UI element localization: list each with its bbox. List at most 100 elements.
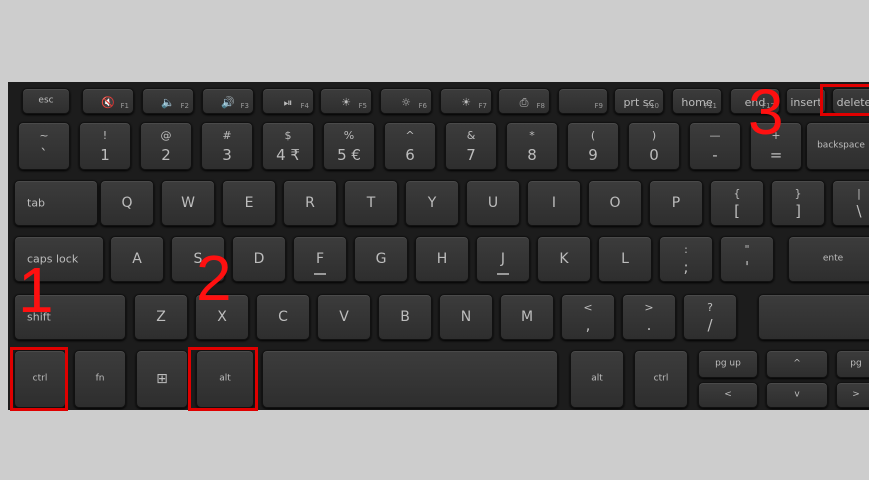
key-pgdn-label: pg: [850, 358, 862, 369]
key-enter[interactable]: ente: [788, 236, 869, 282]
key-num-7[interactable]: & 7: [445, 122, 497, 170]
key-k[interactable]: K: [537, 236, 591, 282]
key-num-1[interactable]: ! 1: [79, 122, 131, 170]
key-f2[interactable]: 🔈 F2: [142, 88, 194, 114]
key-num-7-main: 7: [466, 146, 476, 164]
key-f8[interactable]: ⎙ F8: [498, 88, 550, 114]
key-num-9-main: 9: [588, 146, 598, 164]
key-n[interactable]: N: [439, 294, 493, 340]
key-fn-label: fn: [95, 373, 105, 384]
key-num-8-shift: *: [529, 129, 535, 142]
key-f1[interactable]: 🔇 F1: [82, 88, 134, 114]
key-c[interactable]: C: [256, 294, 310, 340]
key-t[interactable]: T: [344, 180, 398, 226]
key-a-label: A: [132, 251, 142, 267]
key-space[interactable]: [262, 350, 558, 408]
key-j-label: J: [500, 251, 506, 267]
key-alt-right[interactable]: alt: [570, 350, 624, 408]
key-h-label: H: [436, 251, 448, 267]
key-punct-z-0[interactable]: <,: [561, 294, 615, 340]
key-num-2[interactable]: @2: [140, 122, 192, 170]
key-e-label: E: [244, 195, 254, 211]
key-y[interactable]: Y: [405, 180, 459, 226]
key-l[interactable]: L: [598, 236, 652, 282]
key-punct-a-1[interactable]: " ': [720, 236, 774, 282]
key-q[interactable]: Q: [100, 180, 154, 226]
key-f4[interactable]: ⏯ F4: [262, 88, 314, 114]
key-v-label: V: [339, 309, 349, 325]
key-num-2-main: 2: [161, 146, 171, 164]
key-a[interactable]: A: [110, 236, 164, 282]
key-punct-z-1[interactable]: >.: [622, 294, 676, 340]
key-pgdn[interactable]: pg: [836, 350, 869, 378]
key-m-label: M: [520, 309, 534, 325]
key-arrow-up[interactable]: ^: [766, 350, 828, 378]
key-f-label: F: [315, 251, 325, 267]
key-backspace[interactable]: backspace: [806, 122, 869, 170]
key-punct-a-0[interactable]: :;: [659, 236, 713, 282]
key-g[interactable]: G: [354, 236, 408, 282]
key-p[interactable]: P: [649, 180, 703, 226]
key-arrow-left[interactable]: <: [698, 382, 758, 408]
key-num-4[interactable]: $4 ₹: [262, 122, 314, 170]
key-arrow-down[interactable]: v: [766, 382, 828, 408]
key-r[interactable]: R: [283, 180, 337, 226]
key-punct-z-2[interactable]: ? /: [683, 294, 737, 340]
key-home[interactable]: home F11: [672, 88, 722, 114]
key-u-label: U: [487, 195, 499, 211]
key-pgup[interactable]: pg up: [698, 350, 758, 378]
key-ctrl-right-label: ctrl: [653, 373, 669, 384]
key-arrow-right[interactable]: >: [836, 382, 869, 408]
key-bracket-2[interactable]: | \: [832, 180, 869, 226]
key-u[interactable]: U: [466, 180, 520, 226]
key-num-4-shift: $: [284, 129, 292, 142]
key-b[interactable]: B: [378, 294, 432, 340]
key-ctrl-right[interactable]: ctrl: [634, 350, 688, 408]
key-esc[interactable]: esc: [22, 88, 70, 114]
key-z[interactable]: Z: [134, 294, 188, 340]
key-w[interactable]: W: [161, 180, 215, 226]
key-enter-label: ente: [822, 253, 844, 264]
key-num-11[interactable]: — -: [689, 122, 741, 170]
key-num-6[interactable]: ^ 6: [384, 122, 436, 170]
key-tab[interactable]: tab: [14, 180, 98, 226]
key-shift-right[interactable]: [758, 294, 869, 340]
key-f3[interactable]: 🔊 F3: [202, 88, 254, 114]
key-f[interactable]: F: [293, 236, 347, 282]
key-e[interactable]: E: [222, 180, 276, 226]
key-h[interactable]: H: [415, 236, 469, 282]
key-f6[interactable]: ☼ F6: [380, 88, 432, 114]
key-t-label: T: [366, 195, 376, 211]
key-f5[interactable]: ☀ F5: [320, 88, 372, 114]
key-num-3[interactable]: #3: [201, 122, 253, 170]
key-num-8[interactable]: * 8: [506, 122, 558, 170]
highlight-delete: [820, 84, 869, 116]
key-v[interactable]: V: [317, 294, 371, 340]
key-j[interactable]: J: [476, 236, 530, 282]
key-d[interactable]: D: [232, 236, 286, 282]
key-o-label: O: [609, 195, 621, 211]
key-fn[interactable]: fn: [74, 350, 126, 408]
key-bracket-1[interactable]: }]: [771, 180, 825, 226]
key-r-label: R: [305, 195, 315, 211]
key-f5-label: F5: [358, 102, 367, 110]
key-num-10-main: 0: [649, 146, 659, 164]
key-windows[interactable]: ⊞: [136, 350, 188, 408]
annotation-number-3: 3: [748, 76, 784, 148]
key-i[interactable]: I: [527, 180, 581, 226]
key-f9[interactable]: F9: [558, 88, 608, 114]
keyboard-photo: esc 🔇 F1 🔈 F2 🔊 F3 ⏯ F4 ☀ F5 ☼ F6 ☀ F7 ⎙ F8 F9 prt sc F10 ho…: [8, 82, 869, 410]
key-prtsc[interactable]: prt sc F10: [614, 88, 664, 114]
key-num-10[interactable]: ) 0: [628, 122, 680, 170]
key-q-label: Q: [121, 195, 133, 211]
key-num-10-shift: ): [651, 129, 657, 142]
key-bracket-0[interactable]: {[: [710, 180, 764, 226]
key-o[interactable]: O: [588, 180, 642, 226]
key-num-5[interactable]: % 5 €: [323, 122, 375, 170]
key-f2-label: F2: [180, 102, 189, 110]
key-f7[interactable]: ☀ F7: [440, 88, 492, 114]
key-num-9[interactable]: (9: [567, 122, 619, 170]
key-m[interactable]: M: [500, 294, 554, 340]
key-num-0[interactable]: ~ `: [18, 122, 70, 170]
key-punct-z-2-shift: ?: [707, 301, 713, 314]
